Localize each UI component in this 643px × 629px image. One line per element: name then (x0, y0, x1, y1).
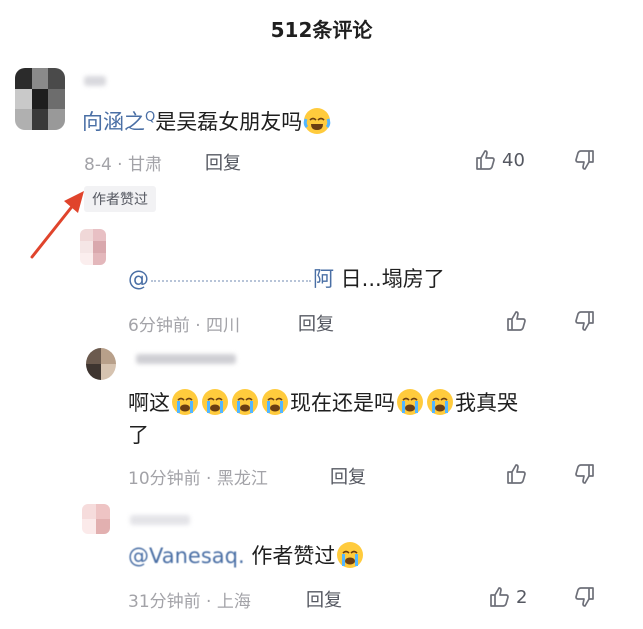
comment-meta: 8-4 · 甘肃 (84, 155, 162, 175)
comment-text: 向涵之Q是吴磊女朋友吗 (82, 103, 332, 137)
crying-emoji-icon (202, 389, 228, 415)
reply-text: @Vanesaq. 作者赞过 (128, 541, 365, 571)
crying-emoji-icon (262, 389, 288, 415)
reply-meta: 31分钟前 · 上海 (128, 592, 251, 612)
mention-tail[interactable]: 阿 (313, 267, 334, 291)
mention-link[interactable]: @ (128, 267, 149, 291)
avatar-pixel (101, 348, 116, 364)
username-blurred[interactable] (130, 515, 190, 525)
like-button[interactable]: 40 (474, 148, 525, 172)
mention-link[interactable]: 向涵之 (82, 110, 145, 134)
reply-time: 31分钟前 (128, 592, 201, 612)
dislike-button[interactable] (572, 462, 596, 486)
reply-button[interactable]: 回复 (205, 149, 241, 175)
thumbs-up-icon (490, 587, 509, 607)
search-hint-icon: Q (145, 110, 156, 125)
reply-button[interactable]: 回复 (330, 463, 366, 489)
reply-location: 上海 (216, 592, 251, 612)
like-button[interactable] (505, 309, 529, 333)
reply-text-continued: 了 (128, 423, 149, 447)
comment-date: 8-4 (84, 155, 112, 175)
thumbs-down-icon (575, 150, 594, 170)
dislike-button[interactable] (572, 148, 596, 172)
thumbs-down-icon (575, 311, 594, 331)
reply-meta: 10分钟前 · 黑龙江 (128, 469, 268, 489)
comment-location: 甘肃 (128, 155, 162, 175)
avatar-pixel (15, 109, 32, 130)
avatar-pixel (82, 519, 96, 534)
mention-blurred (151, 274, 311, 282)
avatar-pixel (15, 88, 32, 110)
avatar-pixel (15, 68, 32, 89)
avatar-pixel (80, 241, 93, 253)
avatar-pixel (48, 88, 65, 110)
like-button[interactable] (505, 462, 529, 486)
crying-emoji-icon (397, 389, 423, 415)
crying-emoji-icon (337, 542, 364, 568)
reply-meta: 6分钟前 · 四川 (128, 316, 241, 336)
like-count: 40 (502, 149, 525, 171)
dislike-button[interactable] (572, 585, 596, 609)
reply-text: @ 阿 日...塌房了 (128, 264, 445, 294)
author-liked-badge: 作者赞过 (84, 186, 156, 212)
avatar[interactable] (15, 68, 65, 130)
thumbs-up-icon (476, 150, 495, 170)
thumbs-up-icon (507, 311, 526, 331)
avatar-pixel (93, 229, 106, 241)
avatar-pixel (31, 88, 49, 110)
avatar-pixel (86, 364, 101, 380)
avatar-pixel (48, 109, 65, 130)
username-blurred[interactable] (136, 354, 236, 364)
reply-button[interactable]: 回复 (298, 310, 334, 336)
avatar[interactable] (82, 504, 110, 534)
avatar-pixel (93, 253, 106, 265)
avatar-pixel (93, 241, 106, 253)
avatar-pixel (31, 68, 49, 89)
username-blurred[interactable] (84, 76, 106, 86)
avatar-pixel (80, 253, 93, 265)
mention-link[interactable]: @Vanesaq. (128, 544, 245, 568)
avatar-pixel (96, 504, 110, 519)
reply-body: 现在还是吗 (290, 391, 395, 415)
thumbs-down-icon (575, 464, 594, 484)
avatar-pixel (80, 229, 93, 241)
crying-emoji-icon (427, 389, 453, 415)
reply-time: 10分钟前 (128, 469, 201, 489)
dislike-button[interactable] (572, 309, 596, 333)
thumbs-down-icon (575, 587, 594, 607)
avatar[interactable] (86, 348, 116, 380)
thumbs-up-icon (507, 464, 526, 484)
laughing-crying-emoji-icon (303, 108, 331, 134)
reply-body: 啊这 (128, 391, 170, 415)
reply-body: 作者赞过 (244, 544, 336, 568)
avatar-pixel (82, 504, 96, 519)
avatar-pixel (48, 68, 65, 89)
avatar-pixel (31, 109, 49, 130)
reply-location: 黑龙江 (216, 469, 268, 489)
reply-location: 四川 (206, 316, 241, 336)
reply-time: 6分钟前 (128, 316, 190, 336)
reply-button[interactable]: 回复 (306, 586, 342, 612)
reply-text: 啊这 现在还是吗 我真哭 (128, 388, 518, 418)
comment-body: 是吴磊女朋友吗 (155, 110, 303, 134)
crying-emoji-icon (232, 389, 258, 415)
like-button[interactable]: 2 (488, 585, 527, 609)
avatar[interactable] (80, 229, 106, 265)
comments-count-title: 512条评论 (270, 18, 373, 42)
avatar-pixel (96, 519, 110, 534)
reply-body: 日...塌房了 (334, 267, 445, 291)
reply-body: 我真哭 (455, 391, 518, 415)
avatar-pixel (101, 364, 116, 380)
avatar-pixel (86, 348, 101, 364)
like-count: 2 (516, 586, 528, 608)
crying-emoji-icon (172, 389, 198, 415)
